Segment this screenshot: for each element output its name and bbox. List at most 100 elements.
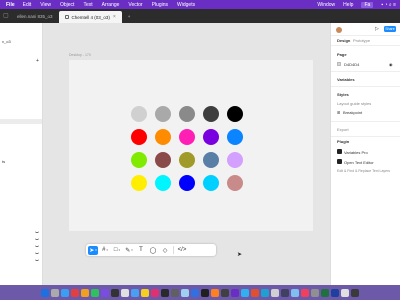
page-color-swatch[interactable] xyxy=(337,62,341,66)
menu-file[interactable]: File xyxy=(6,2,15,8)
color-circle[interactable] xyxy=(155,106,171,122)
avatar[interactable] xyxy=(336,27,342,33)
dock-app-icon[interactable] xyxy=(241,288,249,297)
dock-app-icon[interactable] xyxy=(41,288,49,297)
dock-app-icon[interactable] xyxy=(341,288,349,297)
dock-app-icon[interactable] xyxy=(261,288,269,297)
color-circle[interactable] xyxy=(203,175,219,191)
menu-edit[interactable]: Edit xyxy=(23,2,32,8)
dock-app-icon[interactable] xyxy=(101,288,109,297)
dock-app-icon[interactable] xyxy=(201,288,209,297)
collapse-icon[interactable] xyxy=(35,245,39,247)
dock-app-icon[interactable] xyxy=(191,288,199,297)
dock-app-icon[interactable] xyxy=(61,288,69,297)
collapse-icon[interactable] xyxy=(35,259,39,261)
dock-app-icon[interactable] xyxy=(291,288,299,297)
color-circle[interactable] xyxy=(155,152,171,168)
dock-app-icon[interactable] xyxy=(281,288,289,297)
pen-tool-button[interactable]: ✎ ▾ xyxy=(124,246,134,255)
dock-app-icon[interactable] xyxy=(221,288,229,297)
color-circle[interactable] xyxy=(131,129,147,145)
frame-tool-button[interactable]: # ▾ xyxy=(100,246,110,255)
dock-app-icon[interactable] xyxy=(181,288,189,297)
status-icons[interactable]: ▪ ◔ ⌕ ≡ xyxy=(381,2,396,8)
color-circle[interactable] xyxy=(131,152,147,168)
add-page-icon[interactable]: + xyxy=(36,58,39,64)
dock-app-icon[interactable] xyxy=(161,288,169,297)
tab-prototype[interactable]: Prototype xyxy=(353,38,370,43)
dock-app-icon[interactable] xyxy=(51,288,59,297)
dock-app-icon[interactable] xyxy=(71,288,79,297)
color-circle[interactable] xyxy=(203,152,219,168)
menu-widgets[interactable]: Widgets xyxy=(177,2,195,8)
plugin-open-text-editor[interactable]: Open Text Editor xyxy=(344,160,374,165)
color-circle[interactable] xyxy=(179,129,195,145)
dev-mode-toggle[interactable]: </> xyxy=(177,246,187,255)
menu-vector[interactable]: Vector xyxy=(128,2,142,8)
menu-text[interactable]: Text xyxy=(83,2,92,8)
tab-file-2[interactable]: Chemtell 4 (03_o3) × xyxy=(58,11,122,23)
color-circle[interactable] xyxy=(155,175,171,191)
layer-item-selected[interactable] xyxy=(0,119,42,124)
dock-app-icon[interactable] xyxy=(141,288,149,297)
collapse-icon[interactable] xyxy=(35,238,39,240)
color-circle[interactable] xyxy=(179,152,195,168)
plugin-variables-pro[interactable]: Variables Pro xyxy=(344,150,368,155)
actions-button[interactable]: ◇ xyxy=(160,246,170,255)
tab-file-1[interactable]: ellen.nani 835_o3 xyxy=(11,9,59,23)
variables-heading[interactable]: Variables xyxy=(337,77,355,82)
color-circle[interactable] xyxy=(203,129,219,145)
move-tool-button[interactable]: ➤ ▾ xyxy=(88,245,98,255)
play-icon[interactable]: ▷ xyxy=(375,26,379,32)
dock-app-icon[interactable] xyxy=(351,288,359,297)
export-heading[interactable]: Export xyxy=(337,127,349,132)
color-circle[interactable] xyxy=(131,175,147,191)
layer-item[interactable]: ts xyxy=(2,159,5,164)
close-icon[interactable]: × xyxy=(113,14,116,20)
home-icon[interactable]: ▢ xyxy=(3,12,11,20)
color-circle[interactable] xyxy=(203,106,219,122)
color-circle[interactable] xyxy=(179,106,195,122)
menu-plugins[interactable]: Plugins xyxy=(152,2,168,8)
input-source-indicator[interactable]: Fa xyxy=(361,1,374,8)
dock-app-icon[interactable] xyxy=(111,288,119,297)
comment-tool-button[interactable]: ◯ xyxy=(148,246,158,255)
dock-app-icon[interactable] xyxy=(301,288,309,297)
text-tool-button[interactable]: T xyxy=(136,246,146,255)
dock-app-icon[interactable] xyxy=(211,288,219,297)
dock-app-icon[interactable] xyxy=(81,288,89,297)
visibility-icon[interactable]: ◉ xyxy=(389,62,393,67)
menu-help[interactable]: Help xyxy=(343,2,353,8)
menu-arrange[interactable]: Arrange xyxy=(102,2,120,8)
dock-app-icon[interactable] xyxy=(151,288,159,297)
dock-app-icon[interactable] xyxy=(91,288,99,297)
file-name[interactable]: v_o3 xyxy=(2,39,11,44)
dock-app-icon[interactable] xyxy=(321,288,329,297)
color-circle[interactable] xyxy=(227,106,243,122)
menu-view[interactable]: View xyxy=(40,2,51,8)
color-circle[interactable] xyxy=(155,129,171,145)
new-tab-button[interactable]: + xyxy=(122,9,137,23)
share-button[interactable]: Share xyxy=(384,26,396,32)
dock-app-icon[interactable] xyxy=(251,288,259,297)
dock-app-icon[interactable] xyxy=(231,288,239,297)
breakpoint-style[interactable]: Breakpoint xyxy=(343,110,362,115)
tab-design[interactable]: Design xyxy=(337,38,350,43)
dock-app-icon[interactable] xyxy=(271,288,279,297)
collapse-icon[interactable] xyxy=(35,252,39,254)
dock-app-icon[interactable] xyxy=(171,288,179,297)
menu-window[interactable]: Window xyxy=(317,2,335,8)
frame-desktop[interactable] xyxy=(69,60,313,231)
color-circle[interactable] xyxy=(179,175,195,191)
plugin-find-replace[interactable]: Edit & Find & Replace Text Layers xyxy=(337,169,390,173)
dock-app-icon[interactable] xyxy=(331,288,339,297)
collapse-icon[interactable] xyxy=(35,231,39,233)
dock-app-icon[interactable] xyxy=(131,288,139,297)
color-circle[interactable] xyxy=(227,175,243,191)
color-circle[interactable] xyxy=(131,106,147,122)
dock-app-icon[interactable] xyxy=(311,288,319,297)
color-circle[interactable] xyxy=(227,129,243,145)
color-circle[interactable] xyxy=(227,152,243,168)
dock-app-icon[interactable] xyxy=(121,288,129,297)
frame-label[interactable]: Desktop - 170 xyxy=(69,53,91,57)
